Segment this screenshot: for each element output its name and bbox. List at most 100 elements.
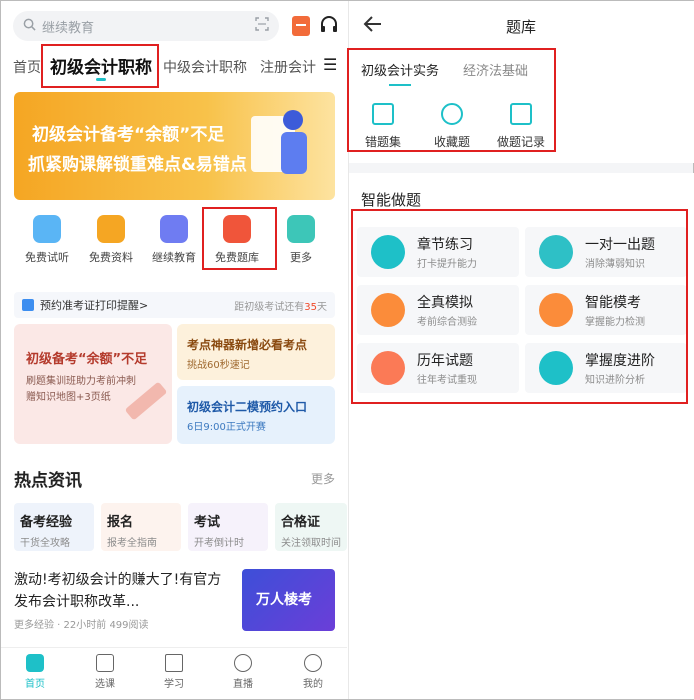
promo-card-right-bottom[interactable]: 初级会计二模预约入口 6日9:00正式开赛: [177, 386, 335, 444]
home-screen: 继续教育 首页 初级会计职称 中级会计职称 注册会计 ☰ 初级会计备考“余额”不…: [1, 1, 347, 699]
news-thumbnail[interactable]: 万人棱考: [242, 569, 335, 631]
search-bar[interactable]: 继续教育: [13, 11, 279, 41]
exam-reminder-bar[interactable]: 预约准考证打印提醒> 距初级考试还有35天: [14, 292, 335, 318]
grid-icon: [287, 215, 315, 243]
banner-line2: 抓紧购课解锁重难点&易错点: [28, 155, 247, 175]
calendar-page-icon: [371, 351, 405, 385]
smart-practice-section: 智能做题 章节练习 打卡提升能力 一对一出题 消除薄弱知识 全真模拟 考前综合测…: [349, 173, 694, 699]
promo-card-right-top-title: 考点神器新增必看考点: [187, 338, 308, 352]
news-meta: 更多经验 · 22小时前 499阅读: [14, 620, 149, 631]
past-exams-card[interactable]: 历年试题 往年考试重现: [357, 343, 519, 393]
promo-card-right-bottom-title: 初级会计二模预约入口: [187, 400, 308, 414]
menu-icon[interactable]: ☰: [323, 55, 337, 74]
quick-entry-row: 免费试听 免费资料 继续教育 免费题库 更多: [1, 213, 347, 275]
bag-icon: [96, 654, 114, 672]
hot-news-title: 热点资讯: [14, 471, 82, 491]
nav-courses[interactable]: 选课: [85, 654, 125, 690]
favorites-label: 收藏题: [433, 135, 470, 149]
news-thumbnail-text: 万人棱考: [256, 592, 312, 608]
pencil-illustration: [124, 381, 168, 421]
practice-history-entry[interactable]: 做题记录: [481, 103, 561, 150]
search-placeholder: 继续教育: [42, 20, 95, 36]
free-materials-entry[interactable]: 免费资料: [81, 213, 141, 265]
chip-title: 合格证: [281, 515, 321, 530]
nav-courses-label: 选课: [95, 679, 115, 690]
banner-line1: 初级会计备考“余额”不足: [32, 125, 225, 145]
headset-icon[interactable]: [319, 15, 339, 39]
question-bank-screen: 题库 初级会计实务 经济法基础 错题集 收藏题 做题记录 智能做题 章节练习 打…: [348, 1, 694, 699]
mastery-advance-card[interactable]: 掌握度进阶 知识进阶分析: [525, 343, 687, 393]
mode-sub: 打卡提升能力: [417, 259, 477, 270]
promo-card-right-top-sub: 挑战60秒速记: [187, 360, 250, 371]
mode-name: 掌握度进阶: [585, 353, 655, 369]
tab-home[interactable]: 首页: [13, 57, 41, 77]
chip-certificate[interactable]: 合格证 关注领取时间: [275, 503, 347, 551]
reminder-text: 预约准考证打印提醒>: [40, 299, 149, 312]
nav-home-label: 首页: [25, 679, 45, 690]
chip-title: 考试: [194, 515, 221, 530]
question-bank-header: 题库: [349, 1, 694, 51]
tab-economic-law[interactable]: 经济法基础: [463, 60, 528, 79]
chip-registration[interactable]: 报名 报考全指南: [101, 503, 181, 551]
tab-accounting-practice[interactable]: 初级会计实务: [361, 60, 439, 79]
promo-card-left-sub1: 刷题集训班助力考前冲刺: [26, 376, 136, 387]
promo-card-right-top[interactable]: 考点神器新增必看考点 挑战60秒速记: [177, 324, 335, 380]
book-icon: [165, 654, 183, 672]
page-title: 题库: [506, 18, 537, 36]
chip-exam-experience[interactable]: 备考经验 干货全攻略: [14, 503, 94, 551]
one-on-one-card[interactable]: 一对一出题 消除薄弱知识: [525, 227, 687, 277]
tab-junior-accounting[interactable]: 初级会计职称: [50, 53, 152, 78]
back-arrow-icon[interactable]: [363, 15, 383, 37]
more-label: 更多: [290, 251, 312, 264]
promo-card-left-sub2: 赠知识地图+3页纸: [26, 392, 111, 403]
mode-name: 一对一出题: [585, 237, 655, 253]
smart-practice-title: 智能做题: [361, 191, 422, 209]
free-trial-entry[interactable]: 免费试听: [17, 213, 77, 265]
mode-name: 智能模考: [585, 295, 641, 311]
nav-live-label: 直播: [233, 679, 253, 690]
countdown-prefix: 距初级考试还有: [234, 301, 305, 313]
promo-banner[interactable]: 初级会计备考“余额”不足 抓紧购课解锁重难点&易错点: [14, 92, 335, 200]
chip-sub: 报考全指南: [107, 538, 157, 549]
mode-name: 章节练习: [417, 237, 473, 253]
free-trial-label: 免费试听: [25, 251, 69, 264]
nav-home[interactable]: 首页: [15, 654, 55, 690]
search-icon: [23, 18, 36, 35]
hot-news-more-link[interactable]: 更多: [311, 470, 335, 487]
more-entry[interactable]: 更多: [271, 213, 331, 265]
nav-profile-label: 我的: [303, 679, 323, 690]
list-icon: [371, 235, 405, 269]
nav-profile[interactable]: 我的: [293, 654, 333, 690]
tab-intermediate-accounting[interactable]: 中级会计职称: [163, 57, 247, 77]
scan-icon[interactable]: [255, 17, 269, 35]
countdown-days: 35: [304, 301, 317, 313]
nav-study[interactable]: 学习: [154, 654, 194, 690]
tab-cpa[interactable]: 注册会计: [260, 57, 316, 77]
continuing-education-entry[interactable]: 继续教育: [144, 213, 204, 265]
full-simulation-card[interactable]: 全真模拟 考前综合测验: [357, 285, 519, 335]
bottom-nav: 首页 选课 学习 直播 我的: [1, 647, 347, 699]
favorites-entry[interactable]: 收藏题: [412, 103, 492, 150]
mode-sub: 消除薄弱知识: [585, 259, 645, 270]
mode-sub: 考前综合测验: [417, 317, 477, 328]
continuing-education-label: 继续教育: [152, 251, 196, 264]
calendar-icon[interactable]: [292, 16, 310, 36]
smart-mock-card[interactable]: 智能模考 掌握能力检测: [525, 285, 687, 335]
chapter-practice-card[interactable]: 章节练习 打卡提升能力: [357, 227, 519, 277]
play-icon: [33, 215, 61, 243]
promo-card-left-title: 初级备考“余额”不足: [26, 352, 148, 367]
news-headline[interactable]: 激动!考初级会计的赚大了!有官方发布会计职称改革...: [14, 569, 234, 613]
free-question-bank-entry[interactable]: 免费题库: [207, 213, 267, 265]
cycle-icon: [539, 351, 573, 385]
person-icon: [539, 235, 573, 269]
wrong-questions-entry[interactable]: 错题集: [343, 103, 423, 150]
nav-live[interactable]: 直播: [223, 654, 263, 690]
notebook-icon: [372, 103, 394, 125]
free-materials-label: 免费资料: [89, 251, 133, 264]
record-icon: [510, 103, 532, 125]
chip-exam[interactable]: 考试 开考倒计时: [188, 503, 268, 551]
subject-tab-indicator: [389, 84, 411, 86]
refresh-icon: [539, 293, 573, 327]
promo-card-left[interactable]: 初级备考“余额”不足 刷题集训班助力考前冲刺 赠知识地图+3页纸: [14, 324, 172, 444]
calendar-small-icon: [22, 299, 34, 311]
